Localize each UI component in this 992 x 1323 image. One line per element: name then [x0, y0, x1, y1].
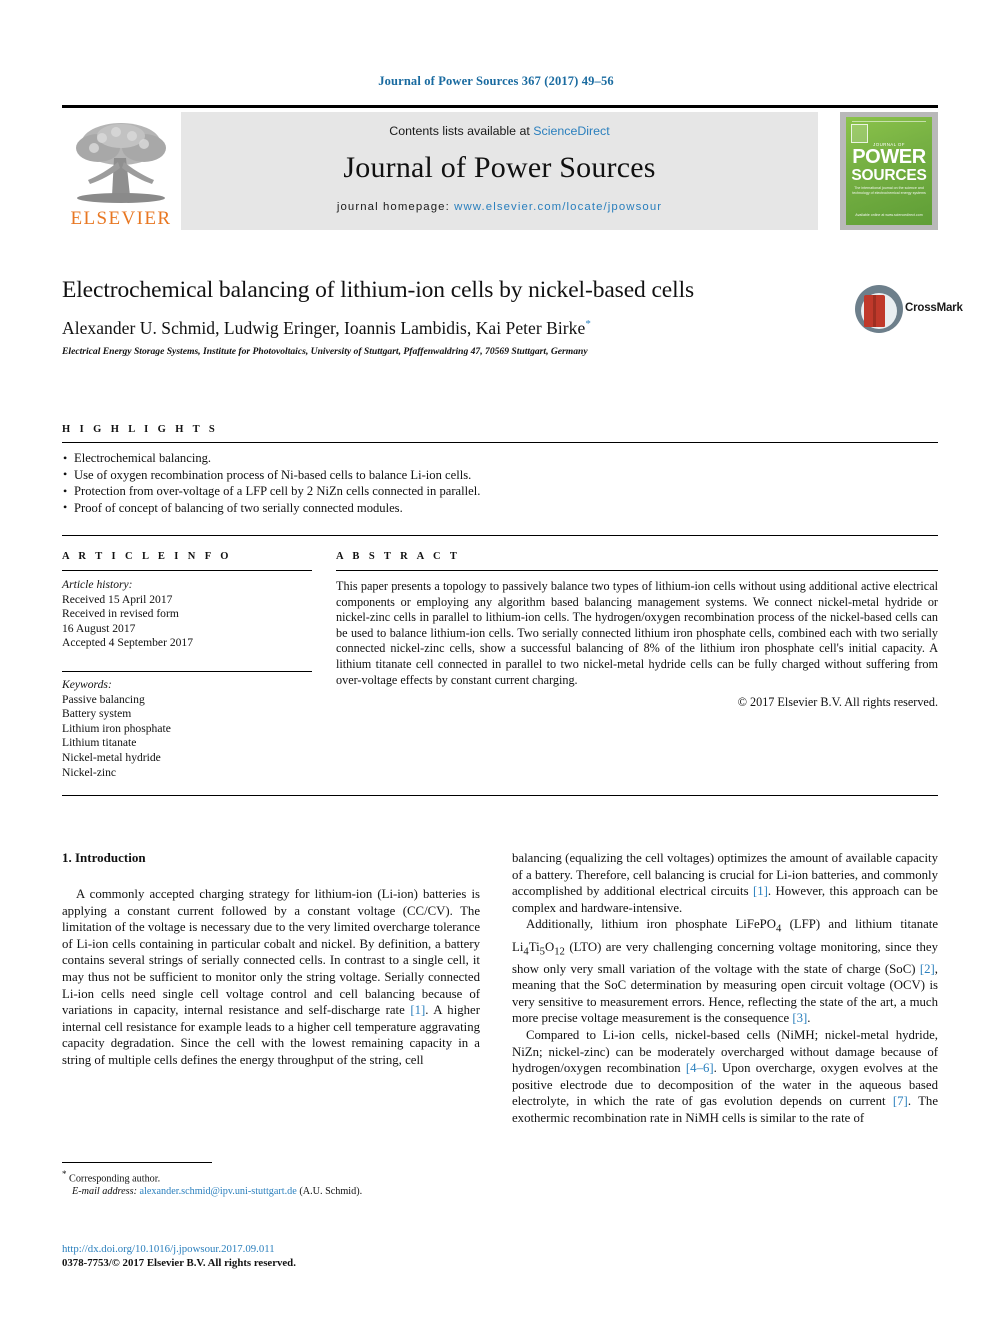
keywords-block: Keywords: Passive balancing Battery syst…	[62, 678, 312, 780]
paragraph: Compared to Li-ion cells, nickel-based c…	[512, 1027, 938, 1127]
paragraph: Additionally, lithium iron phosphate LiF…	[512, 916, 938, 1027]
abstract-heading: A B S T R A C T	[336, 551, 461, 562]
article-history: Article history: Received 15 April 2017 …	[62, 578, 312, 651]
masthead-center: Contents lists available at ScienceDirec…	[181, 112, 818, 230]
elsevier-logo: ELSEVIER	[62, 112, 180, 230]
journal-homepage-line: journal homepage: www.elsevier.com/locat…	[181, 201, 818, 213]
footnote-marker: *	[62, 1169, 67, 1179]
elsevier-tree-icon	[68, 118, 174, 206]
homepage-url-link[interactable]: www.elsevier.com/locate/jpowsour	[454, 201, 662, 213]
journal-cover-thumbnail[interactable]: JOURNAL OF POWER SOURCES The internation…	[840, 112, 938, 230]
paper-page: Journal of Power Sources 367 (2017) 49–5…	[0, 0, 992, 1323]
footnote-label: Corresponding author.	[69, 1173, 161, 1185]
article-history-label: Article history:	[62, 578, 133, 591]
paragraph-text: Ti	[528, 939, 540, 954]
keyword-item: Battery system	[62, 707, 132, 721]
keywords-label: Keywords:	[62, 677, 112, 691]
contents-prefix: Contents lists available at	[389, 124, 534, 138]
body-column-right: balancing (equalizing the cell voltages)…	[512, 850, 938, 1127]
crossmark-circle-icon	[855, 285, 903, 333]
paragraph-text: O	[544, 939, 555, 954]
paragraph-text: .	[807, 1011, 811, 1026]
citation-link[interactable]: [4–6]	[686, 1061, 714, 1075]
journal-masthead: ELSEVIER Contents lists available at Sci…	[62, 105, 938, 232]
doi-block: http://dx.doi.org/10.1016/j.jpowsour.201…	[62, 1242, 480, 1270]
abstract-rule	[336, 570, 938, 571]
email-author-suffix: (A.U. Schmid).	[299, 1186, 363, 1198]
highlights-rule	[62, 442, 938, 443]
article-info-rule	[62, 570, 312, 571]
keyword-item: Nickel-metal hydride	[62, 750, 161, 764]
corresponding-author-marker: *	[585, 318, 591, 331]
paragraph: balancing (equalizing the cell voltages)…	[512, 850, 938, 916]
history-line: 16 August 2017	[62, 621, 136, 635]
history-line: Received 15 April 2017	[62, 592, 173, 606]
citation-link[interactable]: [2]	[920, 962, 935, 976]
citation-link[interactable]: [3]	[792, 1011, 807, 1025]
crossmark-book-icon	[864, 295, 885, 327]
corresponding-author-footnote: * Corresponding author. E-mail address: …	[62, 1168, 480, 1198]
cover-art: JOURNAL OF POWER SOURCES The internation…	[846, 117, 932, 225]
list-item: Proof of concept of balancing of two ser…	[62, 499, 938, 517]
keywords-rule	[62, 670, 312, 672]
history-line: Accepted 4 September 2017	[62, 636, 194, 650]
affiliation: Electrical Energy Storage Systems, Insti…	[62, 346, 588, 357]
highlights-list: Electrochemical balancing. Use of oxygen…	[62, 450, 938, 516]
keyword-item: Passive balancing	[62, 692, 145, 706]
email-label: E-mail address:	[72, 1186, 137, 1198]
journal-title: Journal of Power Sources	[343, 151, 656, 184]
issn-copyright: 0378-7753/© 2017 Elsevier B.V. All right…	[62, 1257, 296, 1269]
highlights-heading: H I G H L I G H T S	[62, 424, 219, 435]
info-bottom-rule	[62, 795, 938, 796]
page-title: Electrochemical balancing of lithium-ion…	[62, 277, 695, 303]
keyword-item: Lithium iron phosphate	[62, 721, 171, 735]
history-line: Received in revised form	[62, 607, 179, 621]
abstract-text: This paper presents a topology to passiv…	[336, 579, 938, 687]
cover-subtitle: The international journal on the science…	[852, 186, 926, 195]
doi-link[interactable]: http://dx.doi.org/10.1016/j.jpowsour.201…	[62, 1242, 480, 1256]
crossmark-badge[interactable]: CrossMark	[855, 283, 963, 337]
body-column-left: 1. Introduction A commonly accepted char…	[62, 850, 480, 1069]
abstract-copyright: © 2017 Elsevier B.V. All rights reserved…	[737, 695, 938, 710]
formula-subscript: 12	[554, 946, 565, 958]
keyword-item: Lithium titanate	[62, 736, 137, 750]
citation-link[interactable]: [1]	[410, 1003, 425, 1017]
section-heading-introduction: 1. Introduction	[62, 850, 146, 865]
crossmark-label: CrossMark	[905, 302, 963, 314]
paragraph-text: Additionally, lithium iron phosphate LiF…	[526, 917, 777, 932]
cover-title-line1: POWER	[852, 146, 926, 168]
cover-title-line2: SOURCES	[851, 167, 927, 184]
footnote-divider	[62, 1162, 212, 1163]
running-head: Journal of Power Sources 367 (2017) 49–5…	[378, 74, 614, 88]
author-list: Alexander U. Schmid, Ludwig Eringer, Ioa…	[62, 318, 852, 339]
cover-elsevier-mark	[851, 124, 868, 143]
article-info-section: A R T I C L E I N F O Article history: R…	[62, 551, 312, 780]
footnote-line: * Corresponding author.	[62, 1168, 480, 1185]
keyword-item: Nickel-zinc	[62, 765, 117, 779]
list-item: Protection from over-voltage of a LFP ce…	[62, 483, 938, 500]
highlights-section: H I G H L I G H T S Electrochemical bala…	[62, 424, 938, 516]
article-title-block: Electrochemical balancing of lithium-ion…	[62, 276, 852, 357]
cover-top-rule	[852, 121, 926, 122]
homepage-label: journal homepage:	[336, 201, 455, 213]
list-item: Use of oxygen recombination process of N…	[62, 466, 938, 484]
paragraph-text: (LTO) are very challenging concerning vo…	[512, 939, 938, 976]
cover-footer: Available online at www.sciencedirect.co…	[855, 213, 923, 217]
elsevier-wordmark: ELSEVIER	[70, 208, 172, 229]
paragraph-text: A commonly accepted charging strategy fo…	[62, 887, 480, 1018]
list-item: Electrochemical balancing.	[62, 450, 938, 467]
sciencedirect-link[interactable]: ScienceDirect	[533, 124, 609, 138]
email-link[interactable]: alexander.schmid@ipv.uni-stuttgart.de	[140, 1186, 297, 1197]
paragraph: A commonly accepted charging strategy fo…	[62, 886, 480, 1069]
abstract-section: A B S T R A C T This paper presents a to…	[336, 551, 938, 710]
email-line: E-mail address: alexander.schmid@ipv.uni…	[62, 1185, 480, 1198]
contents-line: Contents lists available at ScienceDirec…	[181, 124, 818, 138]
citation-link[interactable]: [7]	[893, 1094, 908, 1108]
article-info-heading: A R T I C L E I N F O	[62, 551, 232, 562]
citation-link[interactable]: [1]	[753, 884, 768, 898]
author-names: Alexander U. Schmid, Ludwig Eringer, Ioa…	[62, 318, 586, 338]
highlights-bottom-rule	[62, 535, 938, 536]
